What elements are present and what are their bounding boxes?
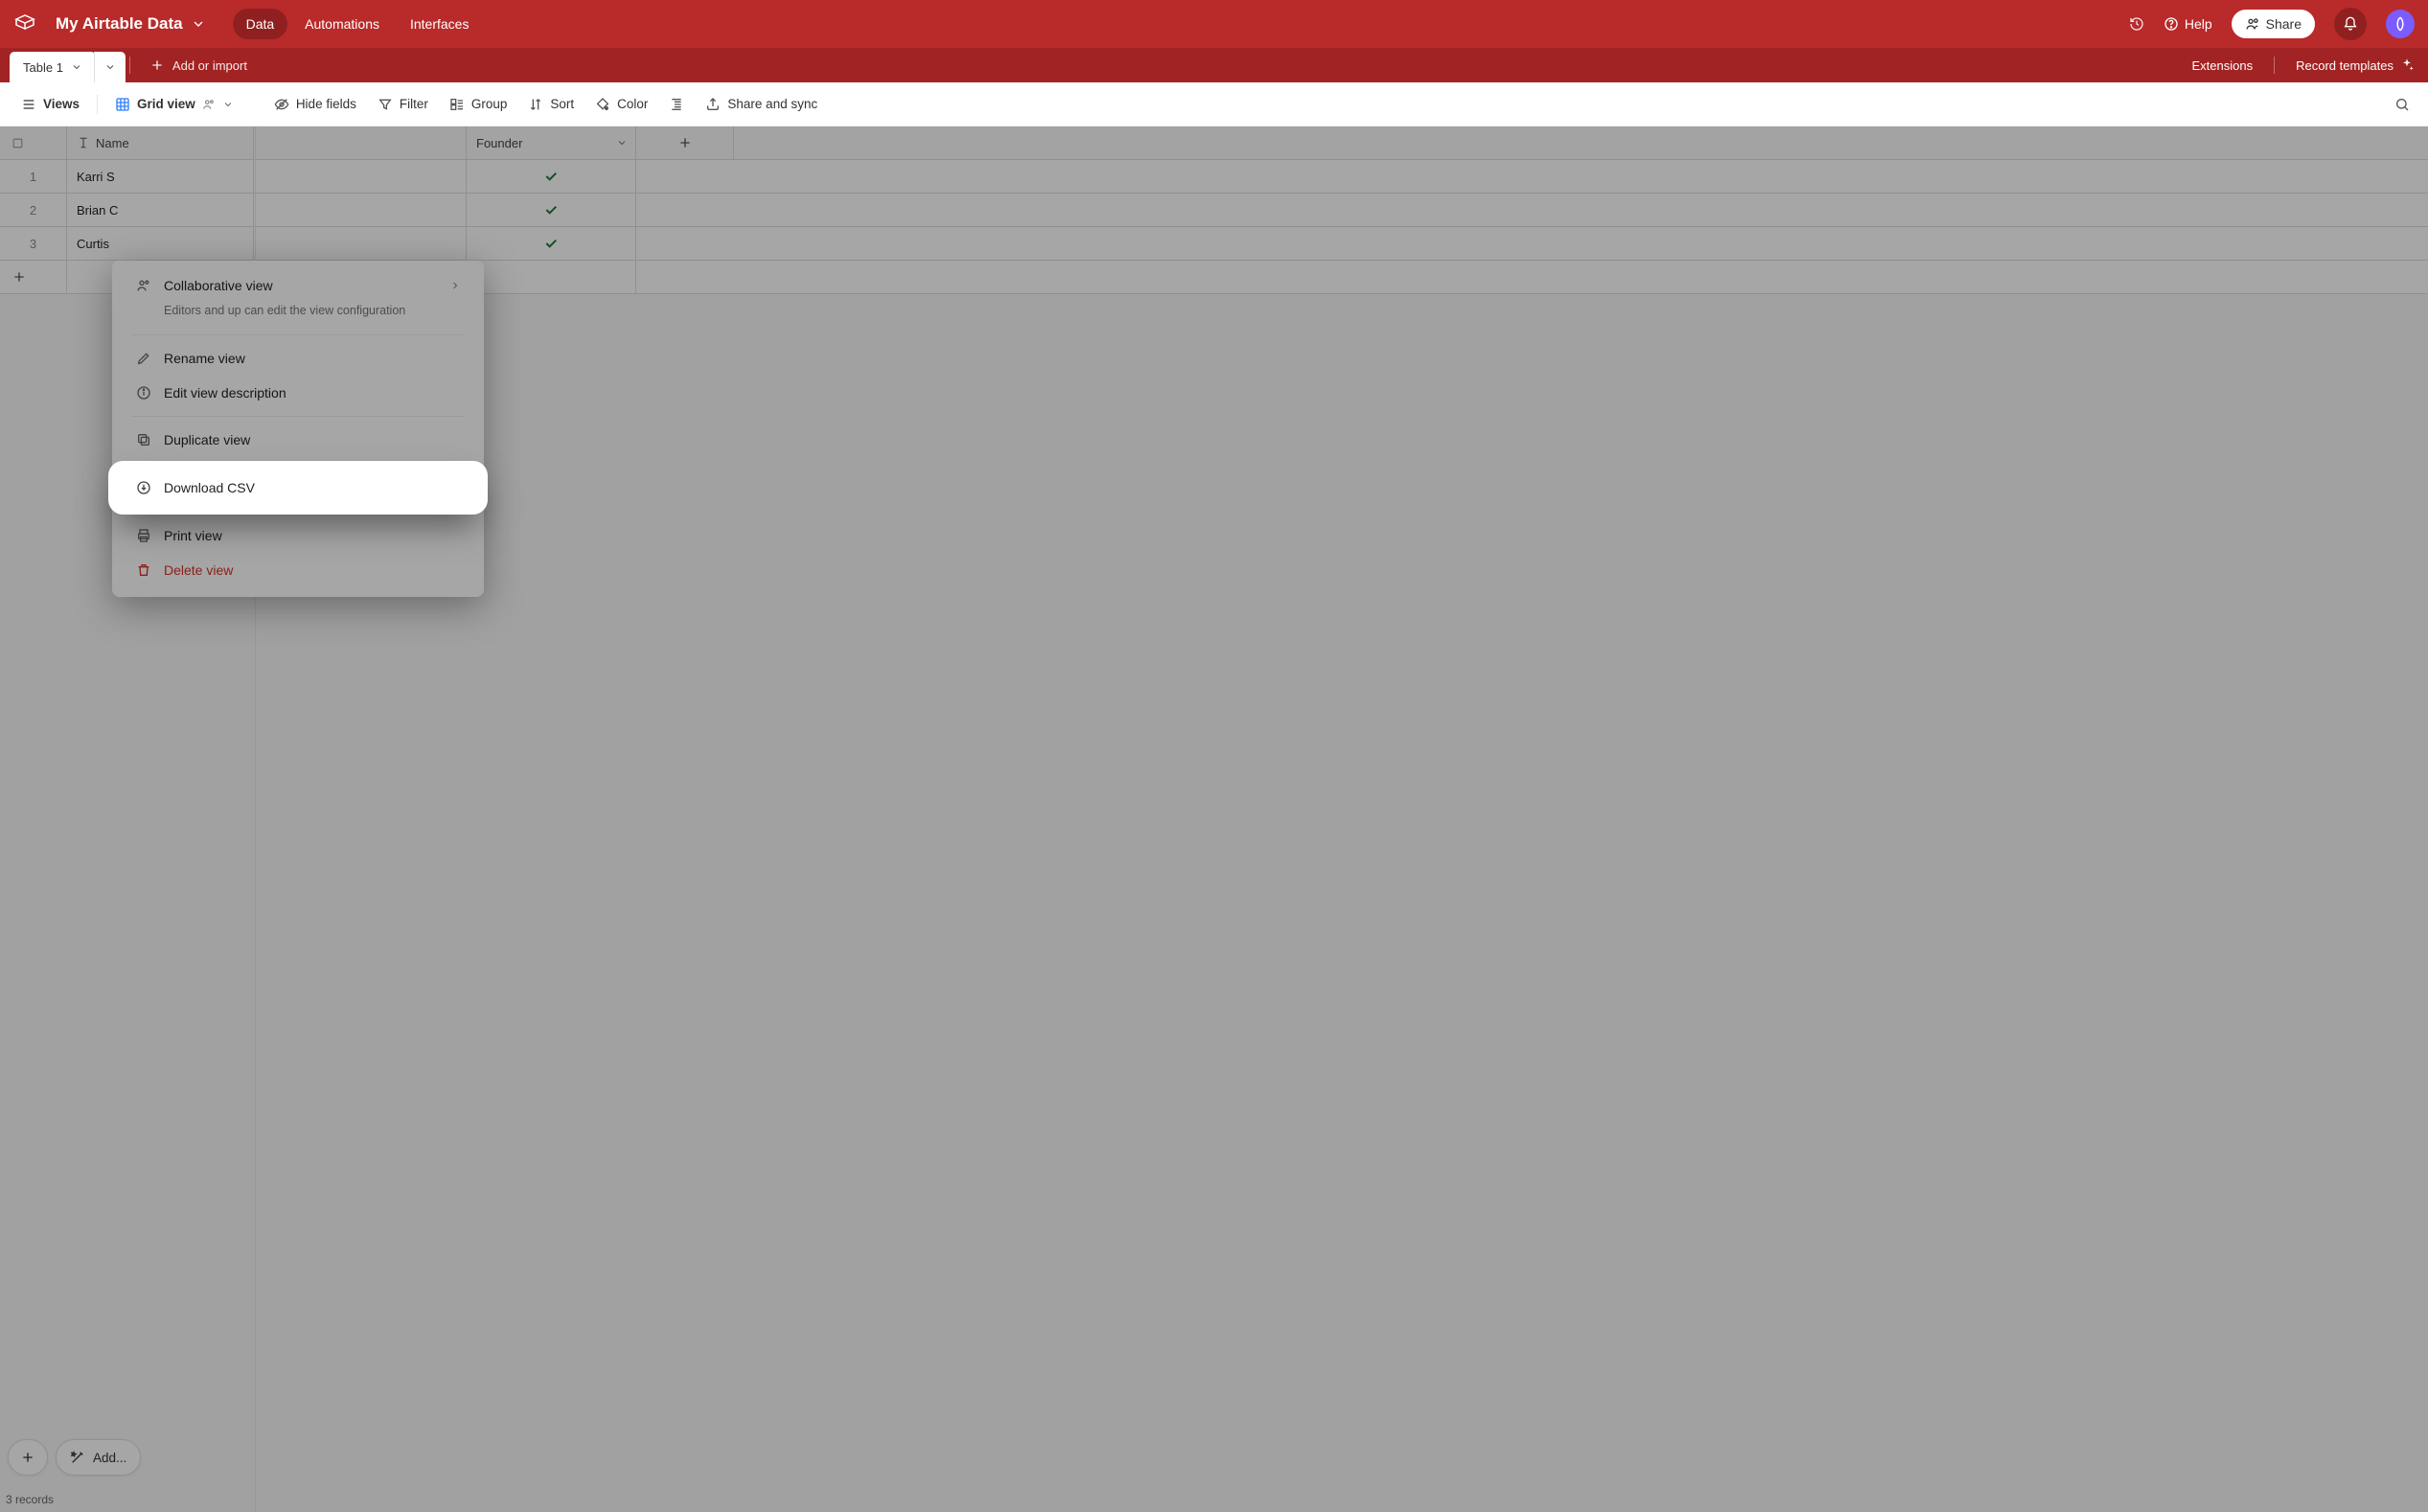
history-icon[interactable]: [2129, 16, 2144, 32]
base-name[interactable]: My Airtable Data: [56, 14, 206, 34]
hide-fields-button[interactable]: Hide fields: [264, 91, 366, 118]
table-tab-label: Table 1: [23, 60, 63, 75]
share-label: Share: [2266, 16, 2302, 32]
views-button[interactable]: Views: [11, 91, 89, 118]
view-context-menu: Collaborative view Editors and up can ed…: [112, 261, 484, 597]
sort-button[interactable]: Sort: [518, 91, 584, 118]
color-icon: [595, 97, 610, 112]
filter-label: Filter: [400, 97, 428, 111]
views-label: Views: [43, 97, 80, 111]
menu-item-duplicate-label: Duplicate view: [164, 432, 250, 447]
color-label: Color: [617, 97, 648, 111]
group-icon: [449, 97, 465, 112]
record-templates-label: Record templates: [2296, 58, 2394, 73]
table-tab-active[interactable]: Table 1: [10, 52, 96, 82]
info-icon: [135, 385, 152, 401]
base-name-text: My Airtable Data: [56, 14, 183, 34]
search-in-view-button[interactable]: [2388, 97, 2417, 112]
view-toolbar: Views Grid view Hide fields: [0, 82, 2428, 126]
tab-automations[interactable]: Automations: [291, 9, 393, 39]
record-templates-button[interactable]: Record templates: [2296, 57, 2415, 73]
airtable-logo-icon: [13, 12, 36, 35]
chevron-down-icon: [191, 16, 206, 32]
chevron-down-icon: [104, 61, 116, 73]
share-and-sync-button[interactable]: Share and sync: [696, 91, 827, 118]
menu-item-rename-view[interactable]: Rename view: [118, 341, 478, 376]
menu-item-edit-description-label: Edit view description: [164, 385, 286, 401]
help-label: Help: [2185, 16, 2212, 32]
copy-icon: [135, 432, 152, 447]
menu-item-print-label: Print view: [164, 528, 222, 543]
people-icon: [2245, 16, 2260, 32]
menu-icon: [21, 97, 36, 112]
share-arrow-icon: [705, 97, 721, 112]
sort-icon: [528, 97, 543, 112]
active-view-button[interactable]: Grid view: [105, 91, 243, 118]
help-icon: [2164, 16, 2179, 32]
notifications-button[interactable]: [2334, 8, 2367, 40]
extensions-button[interactable]: Extensions: [2192, 58, 2254, 73]
tab-data[interactable]: Data: [233, 9, 288, 39]
menu-item-print-view[interactable]: Print view: [118, 518, 478, 553]
bell-icon: [2343, 16, 2358, 32]
active-view-label: Grid view: [137, 97, 195, 111]
download-icon: [135, 480, 152, 495]
menu-item-delete-view[interactable]: Delete view: [118, 553, 478, 587]
tables-bar: Table 1 Add or import Extensions Record …: [0, 48, 2428, 82]
search-icon: [2394, 97, 2410, 112]
pencil-icon: [135, 351, 152, 366]
trash-icon: [135, 562, 152, 578]
grid-area: Name Founder 1 Karri S: [0, 126, 2428, 1512]
tab-interfaces[interactable]: Interfaces: [397, 9, 482, 39]
menu-item-delete-label: Delete view: [164, 562, 233, 578]
plus-icon: [149, 57, 165, 73]
chevron-down-icon: [222, 99, 234, 110]
add-or-import-label: Add or import: [172, 58, 247, 73]
menu-item-collaborative-subtext: Editors and up can edit the view configu…: [118, 303, 478, 329]
eye-off-icon: [274, 97, 289, 112]
row-height-button[interactable]: [659, 91, 694, 118]
topbar: My Airtable Data Data Automations Interf…: [0, 0, 2428, 48]
color-button[interactable]: Color: [585, 91, 657, 118]
people-icon: [135, 278, 152, 293]
menu-item-duplicate-view[interactable]: Duplicate view: [118, 423, 478, 457]
table-list-dropdown[interactable]: [94, 52, 126, 82]
group-label: Group: [471, 97, 508, 111]
people-small-icon: [202, 98, 216, 111]
help-button[interactable]: Help: [2164, 16, 2212, 32]
hide-fields-label: Hide fields: [296, 97, 356, 111]
sparkle-icon: [2399, 57, 2415, 73]
filter-button[interactable]: Filter: [368, 91, 438, 118]
group-button[interactable]: Group: [440, 91, 517, 118]
sort-label: Sort: [550, 97, 574, 111]
menu-item-download-csv-label: Download CSV: [164, 480, 255, 495]
menu-item-collaborative-view[interactable]: Collaborative view: [118, 274, 478, 303]
chevron-down-icon: [71, 61, 82, 73]
grid-icon: [115, 97, 130, 112]
top-tabs: Data Automations Interfaces: [233, 9, 483, 39]
filter-icon: [378, 97, 393, 112]
avatar[interactable]: [2386, 10, 2415, 38]
chevron-right-icon: [449, 280, 461, 291]
share-button[interactable]: Share: [2232, 10, 2315, 38]
menu-item-collaborative-label: Collaborative view: [164, 278, 273, 293]
menu-item-edit-description[interactable]: Edit view description: [118, 376, 478, 410]
add-or-import-button[interactable]: Add or import: [134, 48, 263, 82]
avatar-glyph-icon: [2392, 15, 2409, 33]
row-height-icon: [669, 97, 684, 112]
menu-item-download-csv[interactable]: Download CSV: [118, 470, 478, 505]
print-icon: [135, 528, 152, 543]
share-and-sync-label: Share and sync: [727, 97, 817, 111]
menu-item-rename-label: Rename view: [164, 351, 245, 366]
